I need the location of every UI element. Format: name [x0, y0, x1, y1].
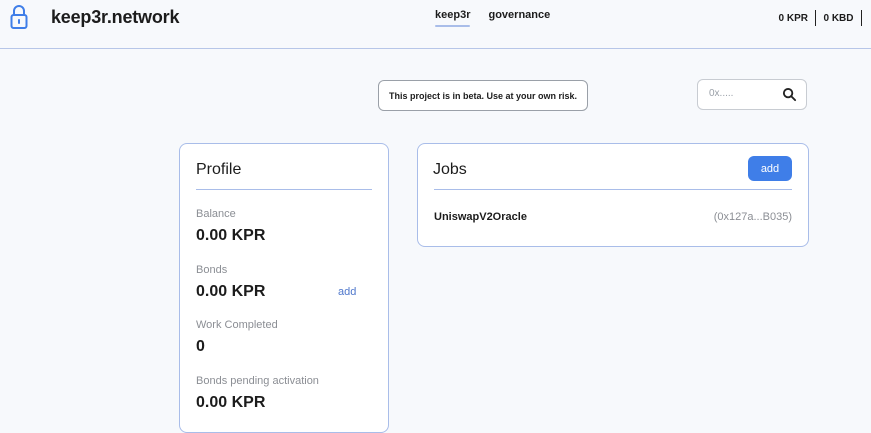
balance-value: 0.00 KPR — [196, 227, 266, 244]
work-completed-label: Work Completed — [196, 319, 278, 331]
address-search — [697, 79, 807, 110]
profile-card: Profile Balance 0.00 KPR Bonds 0.00 KPR … — [179, 143, 389, 433]
balance-divider-end — [860, 10, 862, 26]
jobs-title-rule — [434, 189, 792, 190]
bonds-add-link[interactable]: add — [338, 286, 356, 298]
bonds-label: Bonds — [196, 264, 228, 276]
beta-notice: This project is in beta. Use at your own… — [378, 80, 589, 111]
kpr-balance: 0 KPR — [778, 12, 808, 24]
top-bar: keep3r.network keep3r governance 0 KPR 0… — [0, 0, 871, 49]
profile-title: Profile — [196, 161, 242, 178]
bonds-pending-value: 0.00 KPR — [196, 394, 266, 411]
brand-name[interactable]: keep3r.network — [51, 7, 179, 28]
profile-title-rule — [196, 189, 372, 190]
nav-tab-governance[interactable]: governance — [488, 9, 550, 27]
nav-tab-keep3r[interactable]: keep3r — [435, 9, 471, 27]
job-name[interactable]: UniswapV2Oracle — [434, 211, 527, 223]
bonds-pending-label: Bonds pending activation — [196, 375, 319, 387]
job-row[interactable]: UniswapV2Oracle (0x127a...B035) — [434, 208, 792, 226]
search-input[interactable] — [707, 87, 781, 100]
work-completed-value: 0 — [196, 338, 205, 355]
job-address[interactable]: (0x127a...B035) — [714, 211, 792, 223]
balance-label: Balance — [196, 208, 236, 220]
jobs-card: Jobs add UniswapV2Oracle (0x127a...B035) — [417, 143, 809, 247]
bonds-value: 0.00 KPR — [196, 283, 266, 300]
balance-divider — [814, 10, 817, 26]
add-job-button[interactable]: add — [748, 156, 792, 181]
padlock-icon[interactable] — [10, 4, 28, 30]
jobs-title: Jobs — [433, 161, 467, 178]
kbd-balance: 0 KBD — [823, 12, 854, 24]
main-nav: keep3r governance — [435, 9, 550, 27]
wallet-balances: 0 KPR 0 KBD — [779, 10, 862, 26]
beta-notice-text: This project is in beta. Use at your own… — [389, 90, 578, 101]
search-icon[interactable] — [782, 87, 797, 102]
